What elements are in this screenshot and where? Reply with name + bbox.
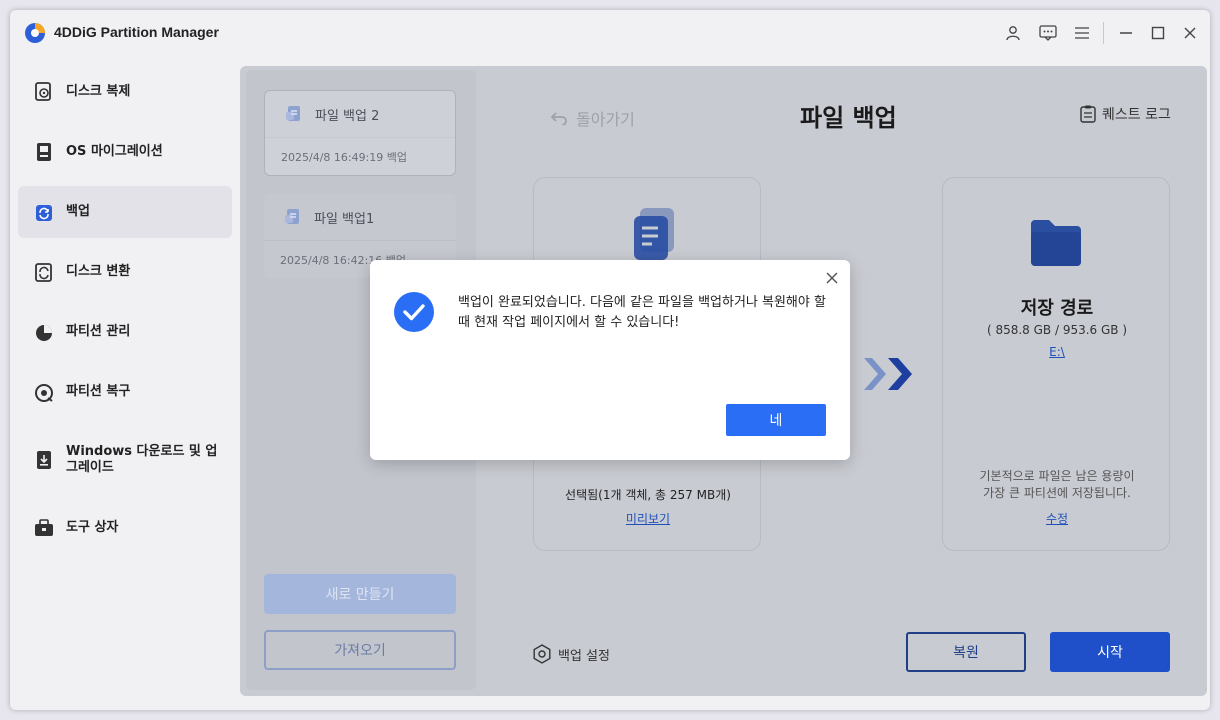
partition-manage-icon xyxy=(36,325,52,341)
windows-download-icon xyxy=(37,451,51,469)
page-title: 파일 백업 xyxy=(800,104,897,132)
destination-size: ( 858.8 GB / 953.6 GB ) xyxy=(986,323,1128,337)
sidebar-item-backup[interactable]: 백업 xyxy=(18,186,232,238)
feedback-icon[interactable] xyxy=(1037,22,1059,44)
backup-card-name: 파일 백업1 xyxy=(314,211,375,227)
user-icon[interactable] xyxy=(1002,22,1024,44)
backup-card-name: 파일 백업 2 xyxy=(315,108,380,124)
sidebar-item-label: 디스크 변환 xyxy=(66,264,131,279)
sidebar-item-label: 도구 상자 xyxy=(66,520,119,535)
file-backup-icon xyxy=(285,209,299,224)
edit-destination-link[interactable]: 수정 xyxy=(943,510,1171,527)
destination-drive-link[interactable]: E:\ xyxy=(943,345,1171,359)
backup-settings-button[interactable]: 백업 설정 xyxy=(532,644,610,664)
maximize-icon[interactable] xyxy=(1147,22,1169,44)
file-backup-icon xyxy=(286,106,300,121)
preview-link[interactable]: 미리보기 xyxy=(534,510,762,527)
new-backup-button[interactable]: 새로 만들기 xyxy=(264,574,456,614)
folder-icon xyxy=(1031,220,1081,266)
sidebar-item-disk-clone[interactable]: 디스크 복제 xyxy=(18,66,232,118)
back-arrow-icon xyxy=(550,112,567,125)
sidebar-item-label: 파티션 복구 xyxy=(66,384,131,399)
sidebar-item-windows-download[interactable]: Windows 다운로드 및 업그레이드 xyxy=(18,430,232,490)
back-button[interactable]: 돌아가기 xyxy=(550,106,635,130)
sidebar-item-partition-manage[interactable]: 파티션 관리 xyxy=(18,306,232,358)
double-chevron-right-icon xyxy=(864,358,912,390)
disk-convert-icon xyxy=(35,263,52,282)
sidebar-item-toolbox[interactable]: 도구 상자 xyxy=(18,502,232,554)
start-button[interactable]: 시작 xyxy=(1050,632,1170,672)
log-icon xyxy=(1080,105,1096,123)
source-selected-summary: 선택됨(1개 객체, 총 257 MB개) xyxy=(565,488,731,502)
partition-recovery-icon xyxy=(35,384,53,402)
sidebar-item-partition-recovery[interactable]: 파티션 복구 xyxy=(18,366,232,418)
backup-complete-dialog: 백업이 완료되었습니다. 다음에 같은 파일을 백업하거나 복원해야 할 때 현… xyxy=(370,260,850,460)
backup-card[interactable]: 파일 백업 2 2025/4/8 16:49:19 백업 xyxy=(264,90,456,176)
toolbox-icon xyxy=(35,519,53,536)
sidebar-item-label: Windows 다운로드 및 업그레이드 xyxy=(66,444,218,475)
close-icon[interactable] xyxy=(1179,22,1201,44)
import-button[interactable]: 가져오기 xyxy=(264,630,456,670)
sidebar-item-label: 파티션 관리 xyxy=(66,324,131,339)
sidebar-item-label: OS 마이그레이션 xyxy=(66,144,163,159)
close-icon[interactable] xyxy=(824,270,840,286)
destination-title: 저장 경로 xyxy=(1020,298,1094,319)
titlebar-separator xyxy=(1103,22,1104,44)
restore-button[interactable]: 복원 xyxy=(906,632,1026,672)
disk-clone-icon xyxy=(35,82,51,101)
sidebar-item-label: 백업 xyxy=(66,204,90,219)
app-logo-icon xyxy=(25,23,45,43)
app-title: 4DDiG Partition Manager xyxy=(54,24,219,40)
backup-icon xyxy=(36,205,52,221)
ok-button[interactable]: 네 xyxy=(726,404,826,436)
title-bar: 4DDiG Partition Manager xyxy=(10,10,1210,56)
quest-log-button[interactable]: 퀘스트 로그 xyxy=(1080,104,1171,124)
sidebar-item-label: 디스크 복제 xyxy=(66,84,131,99)
backup-card-time: 2025/4/8 16:49:19 백업 xyxy=(265,137,455,175)
sidebar-item-disk-convert[interactable]: 디스크 변환 xyxy=(18,246,232,298)
sidebar: 디스크 복제 OS 마이그레이션 백업 디스크 변환 파티션 관리 파티션 복구… xyxy=(10,56,240,710)
destination-note: 기본적으로 파일은 남은 용량이 가장 큰 파티션에 저장됩니다. xyxy=(979,469,1135,500)
check-circle-icon xyxy=(394,292,434,332)
destination-card[interactable]: 저장 경로 ( 858.8 GB / 953.6 GB ) E:\ 기본적으로 … xyxy=(942,177,1170,551)
dialog-message: 백업이 완료되었습니다. 다음에 같은 파일을 백업하거나 복원해야 할 때 현… xyxy=(458,295,826,330)
minimize-icon[interactable] xyxy=(1115,22,1137,44)
os-migration-icon xyxy=(37,143,51,161)
menu-icon[interactable] xyxy=(1071,22,1093,44)
gear-icon xyxy=(533,644,551,664)
sidebar-item-os-migration[interactable]: OS 마이그레이션 xyxy=(18,126,232,178)
